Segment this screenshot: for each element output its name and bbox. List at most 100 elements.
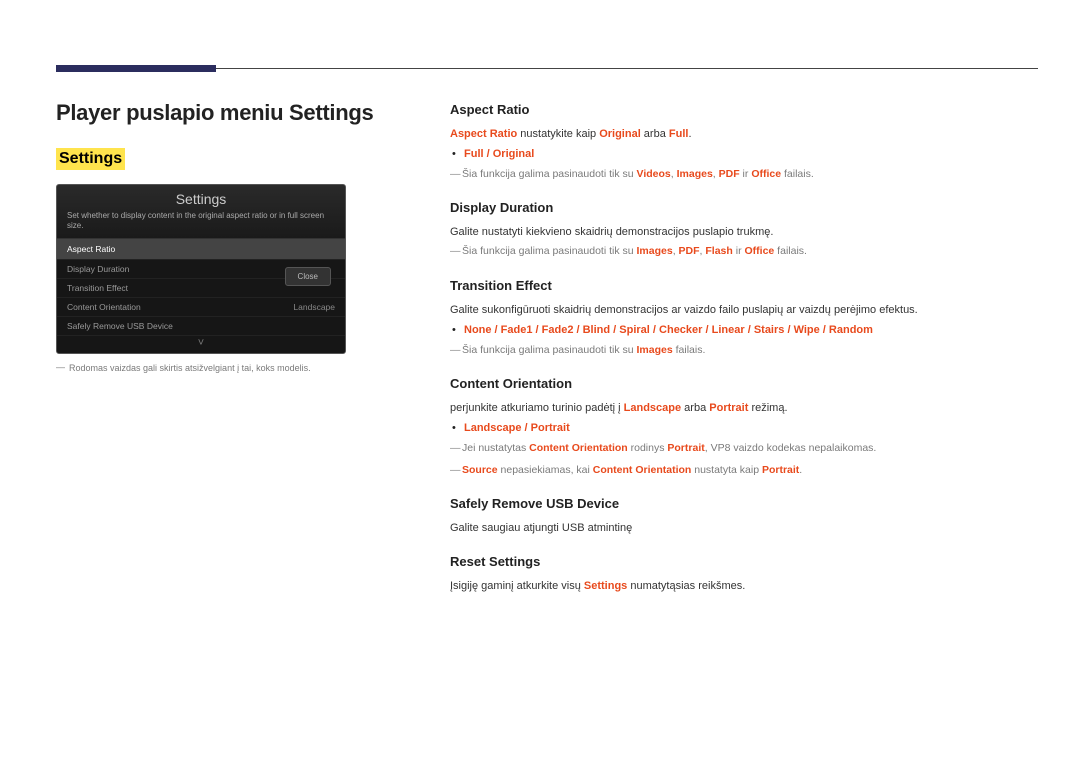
sep: / — [532, 324, 541, 336]
menu-label: Display Duration — [67, 264, 129, 274]
section-title: Transition Effect — [450, 276, 1036, 296]
opt-original: Original — [493, 148, 535, 160]
opt: Wipe — [794, 324, 820, 336]
text: failais. — [673, 344, 706, 356]
note-dash: ― — [450, 167, 462, 183]
note-text: Šia funkcija galima pasinaudoti tik su — [462, 245, 637, 257]
kw-pdf: PDF — [719, 168, 740, 180]
section-display-duration: Display Duration Galite nustatyti kiekvi… — [450, 198, 1036, 260]
text: Jei nustatytas — [462, 442, 529, 454]
text: nepasiekiamas, kai — [498, 464, 593, 476]
text: Įsigiję gaminį atkurkite visų — [450, 580, 584, 592]
section-reset-settings: Reset Settings Įsigiję gaminį atkurkite … — [450, 552, 1036, 594]
aspect-ratio-bullet: Full / Original — [464, 146, 1036, 163]
opt-portrait: Portrait — [531, 422, 570, 434]
text: ir — [733, 245, 745, 257]
chevron-down-icon[interactable]: ˅ — [198, 337, 204, 349]
kw-flash: Flash — [705, 245, 732, 257]
text: , VP8 vaizdo kodekas nepalaikomas. — [705, 442, 877, 454]
device-subtitle: Set whether to display content in the or… — [57, 211, 345, 238]
sep: / — [484, 148, 493, 160]
text: arba — [681, 402, 709, 414]
kw-videos: Videos — [637, 168, 671, 180]
kw-full: Full — [669, 128, 689, 140]
transition-note: ―Šia funkcija galima pasinaudoti tik su … — [450, 343, 1036, 359]
orientation-bullet: Landscape / Portrait — [464, 420, 1036, 437]
device-menu-list: Aspect Ratio Display Duration Transition… — [57, 238, 345, 336]
kw-content-orientation: Content Orientation — [593, 464, 692, 476]
kw-aspect-ratio: Aspect Ratio — [450, 128, 517, 140]
section-title: Content Orientation — [450, 374, 1036, 394]
text: failais. — [774, 245, 807, 257]
kw-content-orientation: Content Orientation — [529, 442, 628, 454]
kw-office: Office — [751, 168, 781, 180]
sep: / — [702, 324, 711, 336]
opt-landscape: Landscape — [464, 422, 521, 434]
aspect-ratio-line: Aspect Ratio nustatykite kaip Original a… — [450, 126, 1036, 143]
menu-label: Aspect Ratio — [67, 244, 115, 254]
menu-label: Safely Remove USB Device — [67, 321, 173, 331]
text: failais. — [781, 168, 814, 180]
kw-original: Original — [599, 128, 641, 140]
opt: Checker — [659, 324, 702, 336]
section-content-orientation: Content Orientation perjunkite atkuriamo… — [450, 374, 1036, 478]
kw-images: Images — [637, 344, 673, 356]
text: perjunkite atkuriamo turinio padėtį į — [450, 402, 624, 414]
transition-line: Galite sukonfigūruoti skaidrių demonstra… — [450, 302, 1036, 319]
opt: Random — [829, 324, 873, 336]
orientation-note-2: ―Source nepasiekiamas, kai Content Orien… — [450, 463, 1036, 479]
text: režimą. — [748, 402, 787, 414]
page-title: Player puslapio meniu Settings — [56, 100, 373, 126]
kw-portrait: Portrait — [709, 402, 748, 414]
kw-settings: Settings — [584, 580, 627, 592]
aspect-ratio-note: ―Šia funkcija galima pasinaudoti tik su … — [450, 167, 1036, 183]
menu-row-content-orientation[interactable]: Content Orientation Landscape — [57, 298, 345, 317]
section-safely-remove-usb: Safely Remove USB Device Galite saugiau … — [450, 494, 1036, 536]
close-button[interactable]: Close — [285, 267, 331, 286]
opt: Fade2 — [542, 324, 574, 336]
opt-full: Full — [464, 148, 484, 160]
device-settings-panel: Settings Set whether to display content … — [56, 184, 346, 354]
text: rodinys — [628, 442, 668, 454]
note-text: Šia funkcija galima pasinaudoti tik su — [462, 168, 637, 180]
opt: Linear — [712, 324, 745, 336]
settings-heading: Settings — [56, 148, 125, 170]
text: . — [688, 128, 691, 140]
kw-pdf: PDF — [679, 245, 700, 257]
opt: Spiral — [619, 324, 650, 336]
kw-landscape: Landscape — [624, 402, 681, 414]
display-duration-note: ―Šia funkcija galima pasinaudoti tik su … — [450, 244, 1036, 260]
menu-row-aspect-ratio[interactable]: Aspect Ratio — [57, 239, 345, 260]
opt: Stairs — [754, 324, 785, 336]
menu-value: Landscape — [293, 302, 335, 312]
sep: / — [650, 324, 659, 336]
kw-office: Office — [745, 245, 775, 257]
kw-portrait: Portrait — [762, 464, 799, 476]
header-accent — [56, 65, 216, 72]
opt: Fade1 — [501, 324, 533, 336]
section-title: Reset Settings — [450, 552, 1036, 572]
display-duration-line: Galite nustatyti kiekvieno skaidrių demo… — [450, 224, 1036, 241]
section-aspect-ratio: Aspect Ratio Aspect Ratio nustatykite ka… — [450, 100, 1036, 182]
text: . — [799, 464, 802, 476]
transition-options: None / Fade1 / Fade2 / Blind / Spiral / … — [464, 322, 1036, 339]
text: ir — [740, 168, 752, 180]
sep: / — [492, 324, 501, 336]
note-dash: ― — [450, 463, 462, 479]
opt: None — [464, 324, 492, 336]
note-dash: ― — [450, 441, 462, 457]
reset-line: Įsigiję gaminį atkurkite visų Settings n… — [450, 578, 1036, 595]
section-title: Display Duration — [450, 198, 1036, 218]
section-transition-effect: Transition Effect Galite sukonfigūruoti … — [450, 276, 1036, 358]
footnote-dash: ― — [56, 362, 65, 372]
opt: Blind — [583, 324, 611, 336]
sep: / — [745, 324, 754, 336]
sep: / — [610, 324, 619, 336]
sep: / — [784, 324, 793, 336]
device-footnote: ―Rodomas vaizdas gali skirtis atsižvelgi… — [56, 362, 396, 373]
sep: / — [521, 422, 530, 434]
text: arba — [641, 128, 669, 140]
orientation-line: perjunkite atkuriamo turinio padėtį į La… — [450, 400, 1036, 417]
kw-images: Images — [677, 168, 713, 180]
menu-row-safely-remove-usb[interactable]: Safely Remove USB Device — [57, 317, 345, 336]
